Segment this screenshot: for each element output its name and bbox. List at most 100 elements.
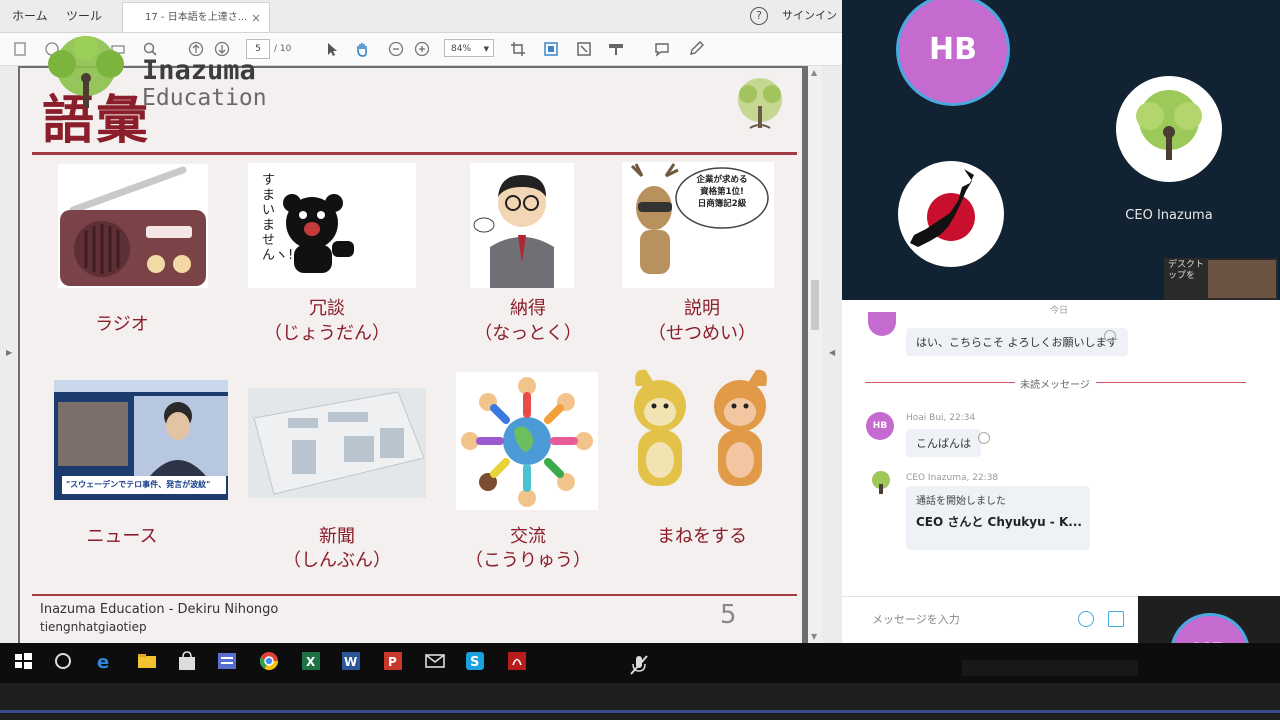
bear-image: すまいませんヽ! — [248, 163, 416, 288]
call-started-card[interactable]: 通話を開始しました CEO さんと Chyukyu - K... — [906, 486, 1090, 550]
ceo-participant-name: CEO Inazuma — [1125, 208, 1213, 223]
unread-divider — [865, 382, 1015, 383]
message-avatar[interactable]: HB — [866, 412, 894, 440]
app-icon[interactable] — [216, 650, 238, 672]
select-cursor-icon[interactable] — [324, 41, 340, 57]
left-panel-toggle[interactable]: ▶ — [0, 66, 18, 643]
bubble-line: 日商簿記2級 — [697, 199, 747, 209]
system-tray[interactable] — [962, 660, 1138, 676]
file-explorer-icon[interactable] — [136, 650, 158, 672]
children-globe-image — [456, 372, 598, 510]
vocab-label: 納得 — [510, 298, 546, 319]
reaction-icon[interactable] — [1104, 330, 1116, 342]
zoom-out-icon[interactable] — [388, 41, 404, 57]
pen-icon[interactable] — [688, 41, 704, 57]
scroll-up-icon[interactable]: ▲ — [811, 68, 817, 77]
fit-page-icon[interactable] — [543, 41, 559, 57]
watermark-subtitle: Education — [142, 85, 267, 111]
watermark-title: Inazuma — [142, 55, 256, 86]
vertical-scrollbar[interactable]: ▲ ▼ — [808, 66, 822, 643]
emoji-icon[interactable] — [1078, 611, 1094, 627]
attach-icon[interactable] — [1108, 611, 1124, 627]
message-meta: CEO Inazuma, 22:38 — [906, 473, 999, 483]
hand-tool-icon[interactable] — [354, 41, 370, 57]
muted-mic-icon[interactable] — [628, 654, 650, 676]
edge-icon[interactable]: e — [94, 650, 116, 673]
svg-text:W: W — [344, 655, 357, 669]
vocab-label: 新聞 — [319, 526, 355, 547]
crop-icon[interactable] — [510, 41, 526, 57]
call-started-text: 通話を開始しました — [916, 496, 1006, 507]
tab-document[interactable]: 17 - 日本語を上達さ... × — [122, 2, 270, 32]
ceo-avatar[interactable] — [1116, 76, 1222, 182]
chrome-icon[interactable] — [258, 650, 280, 672]
vocab-label: 交流 — [510, 526, 546, 547]
vocab-label: ニュース — [86, 526, 158, 547]
tab-home[interactable]: ホーム — [12, 0, 48, 32]
chevron-down-icon: ▼ — [483, 45, 489, 53]
screen-share-thumbnail[interactable]: デスクトップを — [1164, 258, 1278, 300]
tab-tools[interactable]: ツール — [66, 0, 102, 32]
news-caption: "スウェーデンでテロ事件、発言が波紋" — [66, 480, 211, 489]
desktop-label: デスクトップを — [1168, 260, 1205, 281]
newspaper-image — [248, 388, 426, 498]
call-participants: CEO さんと Chyukyu - K... — [916, 515, 1082, 529]
start-icon[interactable] — [12, 650, 34, 672]
chevron-left-icon: ◀ — [829, 348, 836, 357]
help-icon[interactable]: ? — [750, 7, 768, 25]
powerpoint-icon[interactable]: P — [382, 650, 404, 672]
read-mode-icon[interactable] — [608, 41, 624, 57]
store-icon[interactable] — [176, 650, 198, 672]
svg-text:X: X — [306, 655, 316, 669]
monkeys-image — [626, 366, 776, 500]
skype-icon[interactable]: S — [464, 650, 486, 672]
scrollbar-thumb[interactable] — [811, 280, 819, 330]
speech-bubble-text: 企業が求める 資格第1位! 日商簿記2級 — [682, 174, 762, 210]
chevron-right-icon: ▶ — [6, 348, 13, 357]
vocab-label: ラジオ — [95, 314, 149, 335]
businessman-image — [470, 163, 574, 288]
message-input[interactable]: メッセージを入力 — [872, 611, 960, 627]
create-icon[interactable] — [12, 41, 28, 57]
excel-icon[interactable]: X — [300, 650, 322, 672]
vocab-reading: （なっとく） — [474, 323, 582, 344]
vocab-label: まねをする — [657, 526, 747, 547]
bear-caption: すまいませんヽ! — [262, 173, 294, 263]
slide-divider — [32, 152, 797, 155]
tree-logo-icon — [728, 72, 792, 148]
zoom-select[interactable]: 84% ▼ — [444, 39, 494, 57]
japan-map-avatar[interactable] — [898, 161, 1004, 267]
message-bubble: こんばんは — [906, 429, 981, 457]
acrobat-icon[interactable] — [506, 650, 528, 672]
bubble-line: 資格第1位! — [700, 187, 744, 197]
ceo-message-avatar[interactable] — [868, 470, 894, 496]
right-panel-toggle[interactable]: ◀ — [822, 66, 842, 643]
zoom-in-icon[interactable] — [414, 41, 430, 57]
mail-icon[interactable] — [424, 650, 446, 672]
slide-page-number: 5 — [720, 600, 737, 630]
tab-document-label: 17 - 日本語を上達さ... — [145, 12, 248, 23]
slide-footer-title: Inazuma Education - Dekiru Nihongo — [40, 602, 279, 617]
fullscreen-icon[interactable] — [576, 41, 592, 57]
reaction-icon[interactable] — [978, 432, 990, 444]
sign-in-button[interactable]: サインイン — [782, 0, 837, 32]
comment-icon[interactable] — [654, 41, 670, 57]
svg-text:P: P — [388, 655, 397, 669]
webcam-preview — [1208, 260, 1276, 298]
vocab-label: 冗談 — [309, 298, 345, 319]
zoom-value: 84% — [451, 44, 472, 54]
message-bubble: はい、こちらこそ よろしくお願いします — [906, 328, 1128, 356]
message-composer[interactable]: メッセージを入力 — [842, 596, 1138, 643]
bubble-line: 企業が求める — [696, 175, 748, 185]
vocab-reading: （せつめい） — [648, 323, 756, 344]
word-icon[interactable]: W — [340, 650, 362, 672]
vocab-reading: （こうりゅう） — [465, 550, 591, 571]
slide-footer-divider — [32, 594, 797, 596]
close-icon[interactable]: × — [251, 3, 261, 33]
message-text: はい、こちらこそ よろしくお願いします — [916, 336, 1118, 349]
message-text: こんばんは — [916, 437, 971, 450]
task-view-icon[interactable] — [52, 650, 74, 672]
vocab-reading: （じょうだん） — [264, 323, 390, 344]
deer-image: 企業が求める 資格第1位! 日商簿記2級 — [622, 162, 774, 288]
scroll-down-icon[interactable]: ▼ — [811, 632, 817, 641]
